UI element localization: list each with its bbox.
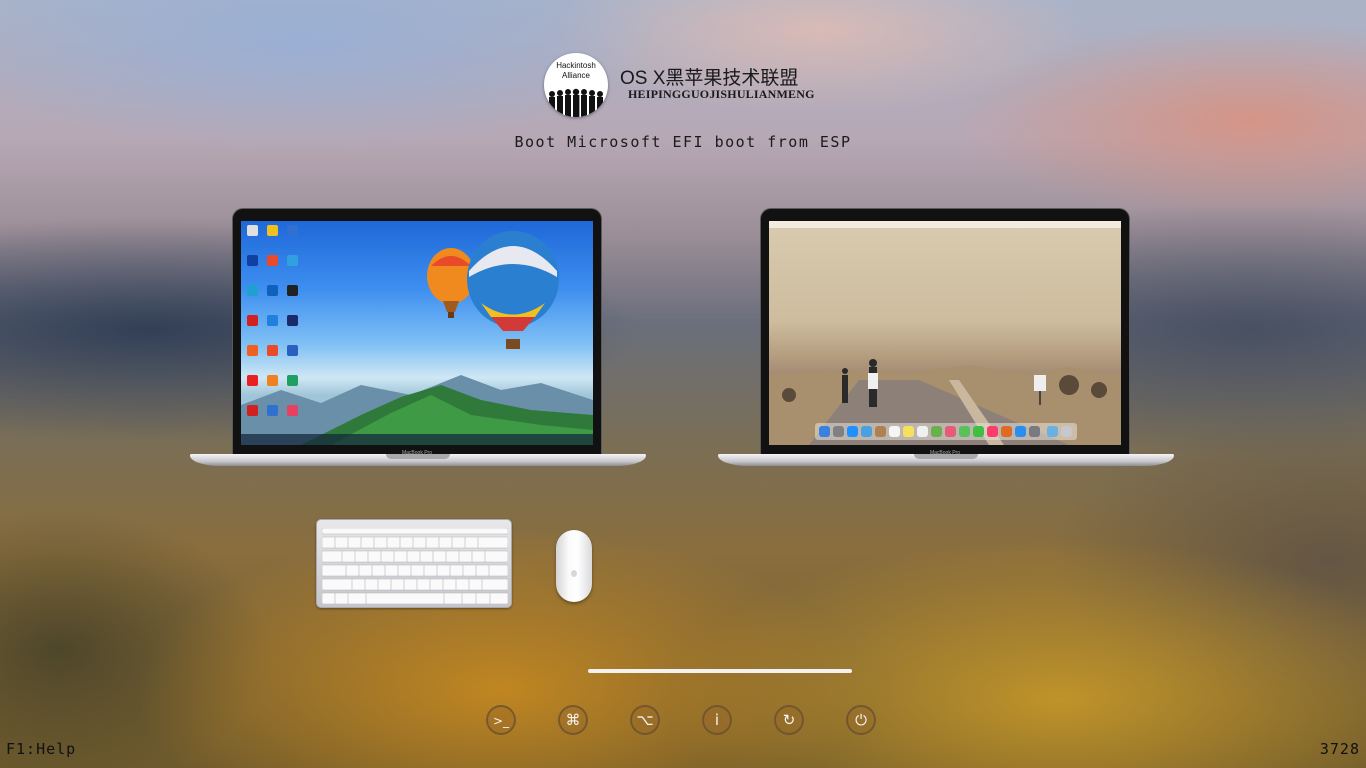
desktop-icon-grid xyxy=(245,225,305,425)
logo-text: Hackintosh Alliance xyxy=(556,61,596,80)
downloads-folder-icon[interactable] xyxy=(1047,426,1058,437)
hackintosh-alliance-logo: Hackintosh Alliance xyxy=(544,53,608,117)
desktop-app-icon[interactable] xyxy=(267,375,278,386)
desktop-app-icon[interactable] xyxy=(287,315,298,326)
desktop-app-icon[interactable] xyxy=(267,255,278,266)
maps-icon[interactable] xyxy=(931,426,942,437)
laptop-notch xyxy=(914,454,978,459)
desktop-app-icon[interactable] xyxy=(267,225,278,236)
photos-icon[interactable] xyxy=(945,426,956,437)
boot-volume-windows[interactable]: MacBook Pro xyxy=(190,208,646,470)
power-icon[interactable]: ⏻ xyxy=(846,705,876,735)
desktop-app-icon[interactable] xyxy=(267,345,278,356)
info-icon[interactable]: i xyxy=(702,705,732,735)
help-hint: F1:Help xyxy=(6,740,77,758)
desktop-app-icon[interactable] xyxy=(247,255,258,266)
mail-icon[interactable] xyxy=(861,426,872,437)
option-button-glyph: ⌥ xyxy=(636,711,654,729)
boot-entry-title: Boot Microsoft EFI boot from ESP xyxy=(514,133,852,151)
magic-mouse-icon xyxy=(556,530,592,602)
reminders-icon[interactable] xyxy=(917,426,928,437)
facetime-icon[interactable] xyxy=(973,426,984,437)
ibooks-icon[interactable] xyxy=(1001,426,1012,437)
laptop-lid: MacBook Pro xyxy=(232,208,602,456)
desktop-app-icon[interactable] xyxy=(267,315,278,326)
about-button-glyph: i xyxy=(714,711,720,729)
desktop-app-icon[interactable] xyxy=(287,255,298,266)
desktop-app-icon[interactable] xyxy=(247,375,258,386)
finder-icon[interactable] xyxy=(819,426,830,437)
desktop-app-icon[interactable] xyxy=(287,345,298,356)
system-preferences-icon[interactable] xyxy=(1029,426,1040,437)
itunes-icon[interactable] xyxy=(987,426,998,437)
desktop-app-icon[interactable] xyxy=(287,285,298,296)
desktop-app-icon[interactable] xyxy=(267,285,278,296)
countdown-counter: 3728 xyxy=(1319,740,1360,758)
calendar-icon[interactable] xyxy=(889,426,900,437)
selection-indicator xyxy=(588,669,852,673)
apple-logo-icon xyxy=(571,570,577,577)
option-key-icon[interactable]: ⌥ xyxy=(630,705,660,735)
desktop-app-icon[interactable] xyxy=(247,285,258,296)
tools-row: >_ ⌘ ⌥ i ↻ ⏻ xyxy=(486,705,880,739)
laptop-notch xyxy=(386,454,450,459)
macos-dock xyxy=(815,423,1077,440)
desktop-app-icon[interactable] xyxy=(247,315,258,326)
messages-icon[interactable] xyxy=(959,426,970,437)
terminal-icon[interactable]: >_ xyxy=(486,705,516,735)
desktop-app-icon[interactable] xyxy=(287,225,298,236)
brand-subtitle: HEIPINGGUOJISHULIANMENG xyxy=(628,87,815,101)
windows-taskbar[interactable] xyxy=(241,434,593,445)
desktop-app-icon[interactable] xyxy=(247,345,258,356)
shell-button-glyph: >_ xyxy=(492,714,510,728)
keyboard-icon xyxy=(316,519,512,608)
hot-air-balloon-large-icon xyxy=(467,231,559,349)
command-button-glyph: ⌘ xyxy=(565,711,581,729)
windows-desktop-screen xyxy=(241,221,593,445)
restart-icon[interactable]: ↻ xyxy=(774,705,804,735)
notes-icon[interactable] xyxy=(903,426,914,437)
app-store-icon[interactable] xyxy=(1015,426,1026,437)
boot-volume-macos[interactable]: MacBook Pro xyxy=(718,208,1174,470)
laptop-lid: MacBook Pro xyxy=(760,208,1130,456)
keyboard-keys xyxy=(322,528,508,604)
brand-title: OS X黑苹果技术联盟 xyxy=(620,68,799,89)
macos-menu-bar xyxy=(769,221,1121,228)
people-silhouette-icon xyxy=(549,88,603,117)
safari-icon[interactable] xyxy=(847,426,858,437)
desktop-app-icon[interactable] xyxy=(247,225,258,236)
restart-button-glyph: ↻ xyxy=(782,711,796,729)
launchpad-icon[interactable] xyxy=(833,426,844,437)
desktop-app-icon[interactable] xyxy=(267,405,278,416)
desktop-app-icon[interactable] xyxy=(287,375,298,386)
desktop-app-icon[interactable] xyxy=(287,405,298,416)
macos-desktop-screen xyxy=(769,221,1121,445)
desktop-app-icon[interactable] xyxy=(247,405,258,416)
shutdown-button-glyph: ⏻ xyxy=(855,711,867,729)
trash-icon[interactable] xyxy=(1061,426,1072,437)
contacts-icon[interactable] xyxy=(875,426,886,437)
command-icon[interactable]: ⌘ xyxy=(558,705,588,735)
